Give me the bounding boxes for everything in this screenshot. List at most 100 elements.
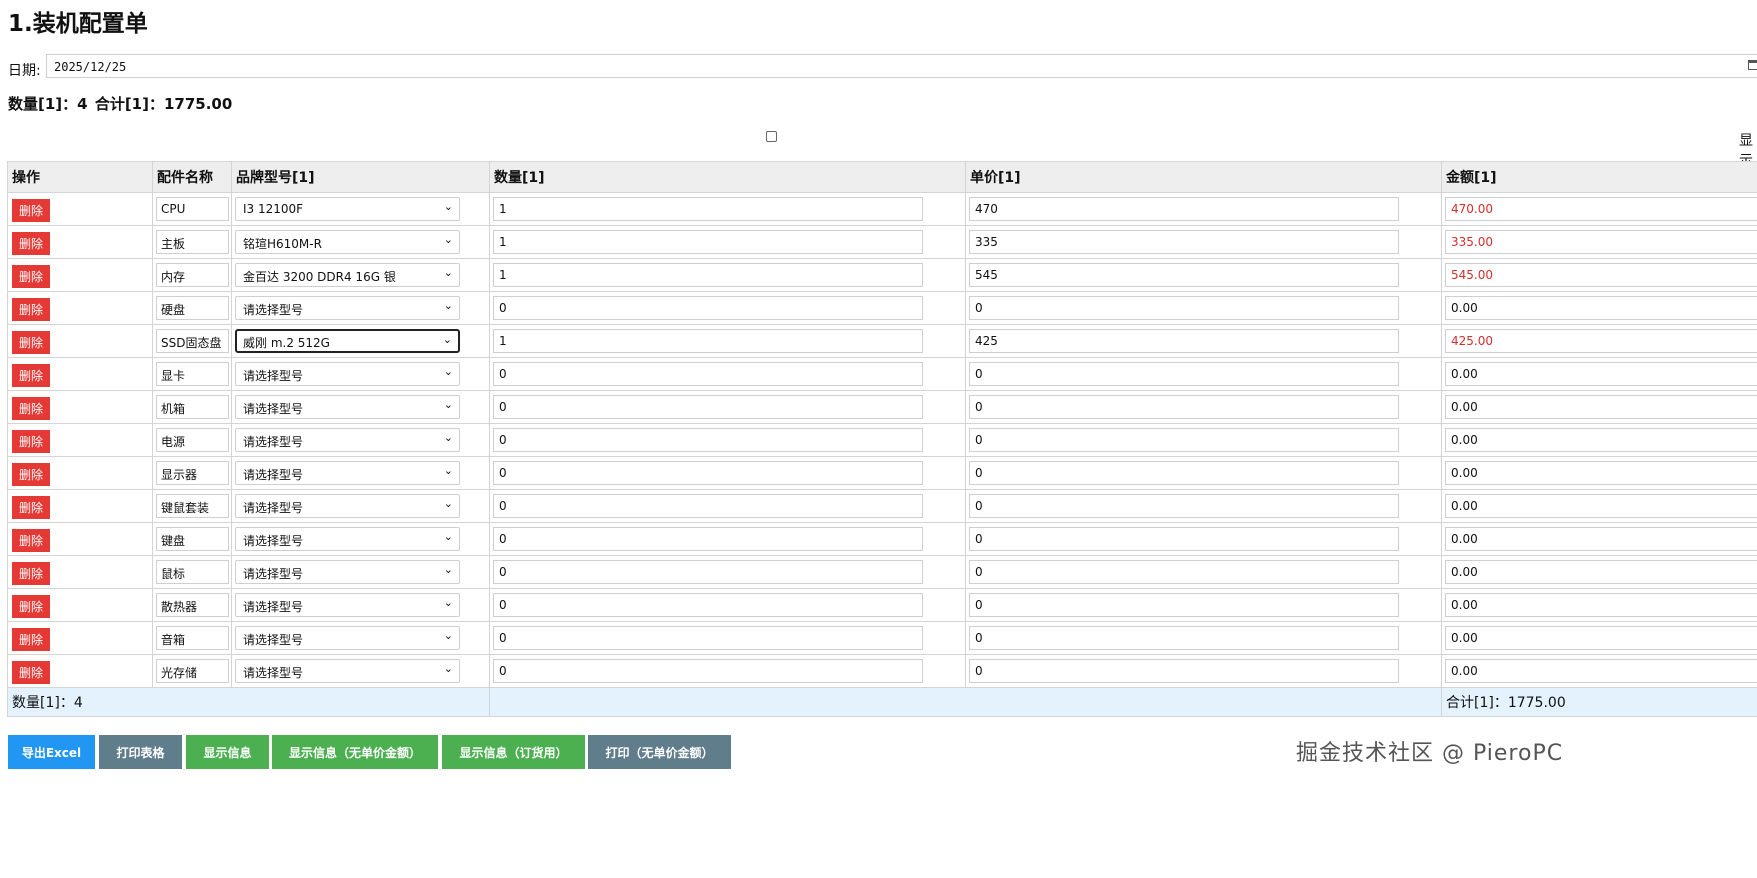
- quantity-input[interactable]: 0: [493, 659, 923, 683]
- unit-price-input[interactable]: 0: [969, 527, 1399, 551]
- unit-price-input[interactable]: 0: [969, 494, 1399, 518]
- brand-model-select[interactable]: I3 12100F ⌄: [235, 197, 460, 221]
- quantity-input[interactable]: 0: [493, 560, 923, 584]
- part-name-field[interactable]: 硬盘: [156, 296, 229, 320]
- cell-quantity: 0: [489, 588, 966, 622]
- delete-button[interactable]: 删除: [12, 231, 50, 255]
- delete-button[interactable]: 删除: [12, 363, 50, 387]
- delete-button[interactable]: 删除: [12, 561, 50, 585]
- unit-price-input[interactable]: 0: [969, 626, 1399, 650]
- show-info-no-price-button[interactable]: 显示信息（无单价金额）: [272, 735, 438, 769]
- unit-price-input[interactable]: 335: [969, 230, 1399, 254]
- show-checkbox[interactable]: [766, 131, 777, 142]
- part-name-field[interactable]: 电源: [156, 428, 229, 452]
- part-name-field[interactable]: 光存储: [156, 659, 229, 683]
- brand-model-select[interactable]: 铭瑄H610M-R ⌄: [235, 230, 460, 254]
- part-name-field[interactable]: 主板: [156, 230, 229, 254]
- date-input[interactable]: 2025/12/25: [46, 54, 1757, 78]
- quantity-input[interactable]: 0: [493, 494, 923, 518]
- part-name-field[interactable]: 散热器: [156, 593, 229, 617]
- delete-button[interactable]: 删除: [12, 330, 50, 354]
- brand-model-select[interactable]: 请选择型号 ⌄: [235, 494, 460, 518]
- unit-price-input[interactable]: 425: [969, 329, 1399, 353]
- unit-price-input[interactable]: 0: [969, 428, 1399, 452]
- cell-operation: 删除: [7, 357, 153, 391]
- part-name-field[interactable]: 内存: [156, 263, 229, 287]
- part-name-field[interactable]: 显卡: [156, 362, 229, 386]
- unit-price-input[interactable]: 470: [969, 197, 1399, 221]
- quantity-input[interactable]: 0: [493, 461, 923, 485]
- quantity-input[interactable]: 0: [493, 428, 923, 452]
- cell-operation: 删除: [7, 291, 153, 325]
- show-info-order-button[interactable]: 显示信息（订货用）: [442, 735, 585, 769]
- brand-model-select[interactable]: 请选择型号 ⌄: [235, 593, 460, 617]
- cell-part-name: 主板: [152, 225, 232, 259]
- quantity-input[interactable]: 0: [493, 395, 923, 419]
- brand-model-select[interactable]: 请选择型号 ⌄: [235, 395, 460, 419]
- delete-button[interactable]: 删除: [12, 429, 50, 453]
- brand-model-select[interactable]: 请选择型号 ⌄: [235, 362, 460, 386]
- quantity-input[interactable]: 1: [493, 230, 923, 254]
- quantity-input[interactable]: 0: [493, 593, 923, 617]
- delete-button[interactable]: 删除: [12, 264, 50, 288]
- show-info-button[interactable]: 显示信息: [186, 735, 269, 769]
- delete-button[interactable]: 删除: [12, 627, 50, 651]
- export-excel-button[interactable]: 导出Excel: [8, 735, 95, 769]
- brand-model-select[interactable]: 请选择型号 ⌄: [235, 428, 460, 452]
- part-name-field[interactable]: SSD固态盘: [156, 329, 229, 353]
- delete-button[interactable]: 删除: [12, 660, 50, 684]
- cell-unit-price: 545: [965, 258, 1442, 292]
- delete-button[interactable]: 删除: [12, 396, 50, 420]
- header-brand-model: 品牌型号[1]: [231, 161, 490, 193]
- calendar-icon[interactable]: [1748, 60, 1757, 70]
- quantity-input[interactable]: 0: [493, 626, 923, 650]
- unit-price-input[interactable]: 0: [969, 296, 1399, 320]
- brand-model-select[interactable]: 请选择型号 ⌄: [235, 560, 460, 584]
- table-row: 删除 硬盘 请选择型号 ⌄ 0 0 0.00: [7, 291, 1757, 325]
- table-row: 删除 键鼠套装 请选择型号 ⌄ 0 0 0.00: [7, 489, 1757, 523]
- part-name-field[interactable]: 键鼠套装: [156, 494, 229, 518]
- part-name-field[interactable]: 鼠标: [156, 560, 229, 584]
- part-name-field[interactable]: 音箱: [156, 626, 229, 650]
- chevron-down-icon: ⌄: [443, 596, 453, 609]
- quantity-input[interactable]: 1: [493, 197, 923, 221]
- part-name-field[interactable]: CPU: [156, 197, 229, 221]
- quantity-input[interactable]: 0: [493, 362, 923, 386]
- cell-part-name: 音箱: [152, 621, 232, 655]
- delete-button[interactable]: 删除: [12, 495, 50, 519]
- unit-price-input[interactable]: 0: [969, 593, 1399, 617]
- cell-unit-price: 0: [965, 489, 1442, 523]
- quantity-input[interactable]: 0: [493, 296, 923, 320]
- unit-price-input[interactable]: 0: [969, 659, 1399, 683]
- table-row: 删除 鼠标 请选择型号 ⌄ 0 0 0.00: [7, 555, 1757, 589]
- part-name-field[interactable]: 显示器: [156, 461, 229, 485]
- unit-price-input[interactable]: 0: [969, 560, 1399, 584]
- unit-price-input[interactable]: 0: [969, 362, 1399, 386]
- print-table-button[interactable]: 打印表格: [99, 735, 182, 769]
- brand-model-select[interactable]: 请选择型号 ⌄: [235, 461, 460, 485]
- part-name-field[interactable]: 机箱: [156, 395, 229, 419]
- delete-button[interactable]: 删除: [12, 297, 50, 321]
- page-title: 1.装机配置单: [8, 11, 148, 37]
- brand-model-select[interactable]: 请选择型号 ⌄: [235, 296, 460, 320]
- part-name-field[interactable]: 键盘: [156, 527, 229, 551]
- quantity-input[interactable]: 0: [493, 527, 923, 551]
- delete-button[interactable]: 删除: [12, 462, 50, 486]
- cell-brand: 请选择型号 ⌄: [231, 588, 490, 622]
- print-no-price-button[interactable]: 打印（无单价金额）: [588, 735, 731, 769]
- unit-price-input[interactable]: 0: [969, 395, 1399, 419]
- brand-model-select[interactable]: 请选择型号 ⌄: [235, 527, 460, 551]
- brand-model-select[interactable]: 威刚 m.2 512G ⌄: [235, 329, 460, 353]
- cell-quantity: 0: [489, 489, 966, 523]
- brand-model-select[interactable]: 请选择型号 ⌄: [235, 659, 460, 683]
- quantity-input[interactable]: 1: [493, 263, 923, 287]
- delete-button[interactable]: 删除: [12, 594, 50, 618]
- brand-model-select[interactable]: 请选择型号 ⌄: [235, 626, 460, 650]
- quantity-input[interactable]: 1: [493, 329, 923, 353]
- unit-price-input[interactable]: 545: [969, 263, 1399, 287]
- delete-button[interactable]: 删除: [12, 528, 50, 552]
- delete-button[interactable]: 删除: [12, 198, 50, 222]
- brand-model-value: 请选择型号: [243, 633, 304, 647]
- brand-model-select[interactable]: 金百达 3200 DDR4 16G 银 ⌄: [235, 263, 460, 287]
- unit-price-input[interactable]: 0: [969, 461, 1399, 485]
